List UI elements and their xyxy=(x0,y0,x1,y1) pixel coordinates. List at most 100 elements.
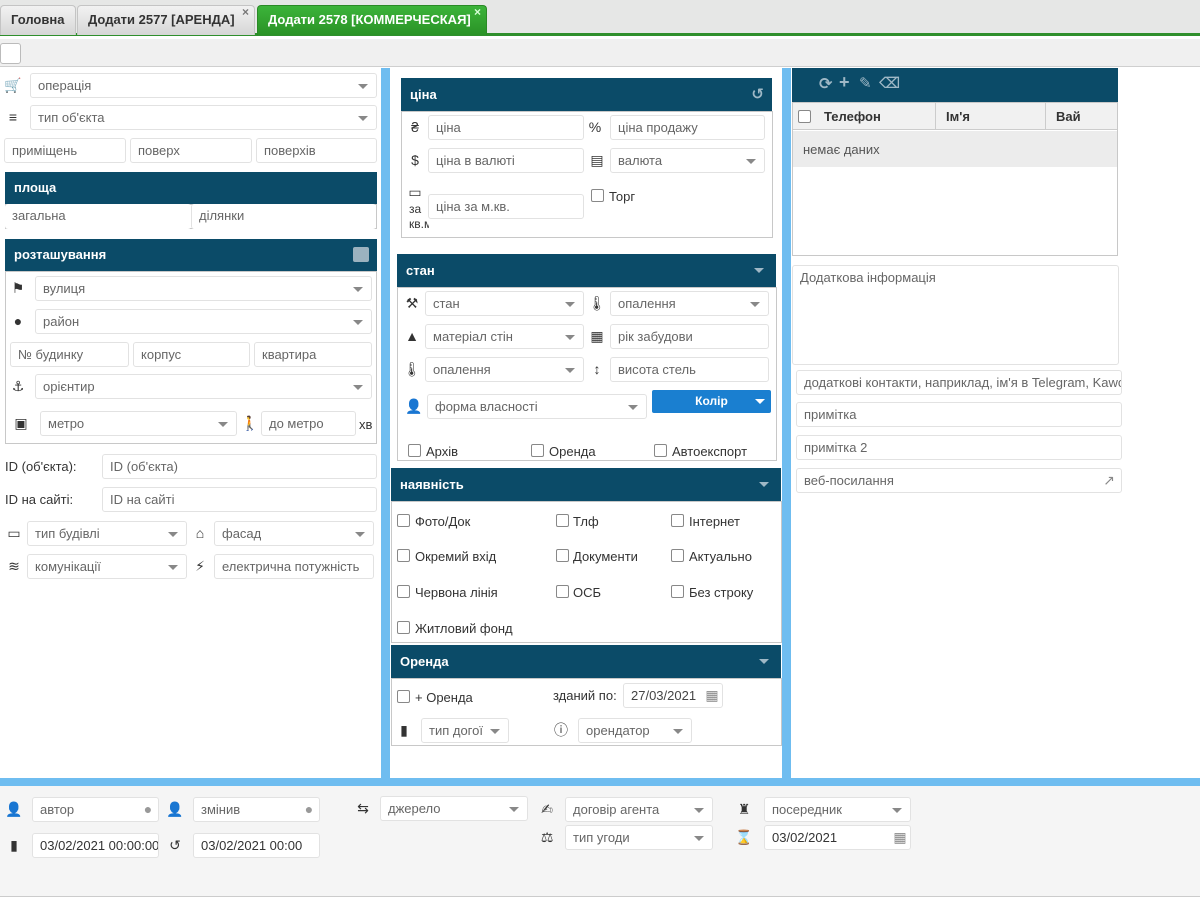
column-name[interactable]: Ім'я xyxy=(946,109,970,124)
currency-select[interactable]: валюта xyxy=(610,148,765,173)
calendar-icon[interactable]: ▦ xyxy=(703,686,721,704)
chevron-down-icon[interactable] xyxy=(759,659,769,664)
street-select[interactable]: вулиця xyxy=(35,276,372,301)
floors-input[interactable]: поверхів xyxy=(256,138,377,163)
sale-price-input[interactable]: ціна продажу xyxy=(610,115,765,140)
phone-checkbox[interactable] xyxy=(556,514,569,527)
close-icon[interactable]: × xyxy=(474,0,481,26)
select-all-checkbox[interactable] xyxy=(798,110,811,123)
additional-info-textarea[interactable]: Додаткова інформація xyxy=(792,265,1119,365)
toolbar-button[interactable] xyxy=(0,43,21,64)
state-select[interactable]: стан xyxy=(425,291,584,316)
money-bill-icon: ▭ xyxy=(408,184,422,200)
intermediary-select[interactable]: посередник xyxy=(764,797,911,822)
apartment-input[interactable]: квартира xyxy=(254,342,372,367)
rent-label: Оренда xyxy=(549,444,596,459)
floor-input[interactable]: поверх xyxy=(130,138,252,163)
ceiling-height-input[interactable]: висота стель xyxy=(610,357,769,382)
deal-type-select[interactable]: тип угоди xyxy=(565,825,713,850)
heating-select-2[interactable]: опалення xyxy=(425,357,584,382)
edit-icon[interactable]: ✎ xyxy=(859,74,872,92)
object-type-select[interactable]: тип об'єкта xyxy=(30,105,377,130)
expiry-date-input[interactable]: 03/02/2021 xyxy=(764,825,911,850)
archive-checkbox[interactable] xyxy=(408,444,421,457)
id-object-input[interactable]: ID (об'єкта) xyxy=(102,454,377,479)
map-icon[interactable] xyxy=(353,247,369,262)
eraser-icon[interactable]: ⌫ xyxy=(879,74,900,92)
red-line-checkbox[interactable] xyxy=(397,585,410,598)
rooms-input[interactable]: приміщень xyxy=(4,138,126,163)
tenant-select[interactable]: орендатор xyxy=(578,718,692,743)
refresh-icon[interactable]: ⟳ xyxy=(819,74,832,94)
tab-add-2577[interactable]: Додати 2577 [АРЕНДА] × xyxy=(77,5,255,35)
metro-select[interactable]: метро xyxy=(40,411,237,436)
calendar-icon[interactable]: ▦ xyxy=(891,828,909,846)
heating-select[interactable]: опалення xyxy=(610,291,769,316)
wall-material-select[interactable]: матеріал стін xyxy=(425,324,584,349)
actual-checkbox[interactable] xyxy=(671,549,684,562)
district-select[interactable]: район xyxy=(35,309,372,334)
note2-input[interactable]: примітка 2 xyxy=(796,435,1122,460)
operation-select[interactable]: операція xyxy=(30,73,377,98)
landmark-select[interactable]: орієнтир xyxy=(35,374,372,399)
thermometer-icon: 🌡 xyxy=(588,295,606,311)
documents-checkbox[interactable] xyxy=(556,549,569,562)
to-metro-input[interactable]: до метро xyxy=(261,411,356,436)
area-plot-input[interactable]: ділянки xyxy=(191,204,376,229)
minutes-label: хв xyxy=(359,417,373,432)
source-select[interactable]: джерело xyxy=(380,796,528,821)
id-site-input[interactable]: ID на сайті xyxy=(102,487,377,512)
building-type-select[interactable]: тип будівлі xyxy=(27,521,187,546)
external-link-icon[interactable]: ↗ xyxy=(1100,471,1118,489)
price-currency-input[interactable]: ціна в валюті xyxy=(428,148,584,173)
power-input[interactable]: електрична потужність xyxy=(214,554,374,579)
chevron-down-icon[interactable] xyxy=(759,482,769,487)
price-input[interactable]: ціна xyxy=(428,115,584,140)
osb-checkbox[interactable] xyxy=(556,585,569,598)
house-number-input[interactable]: № будинку xyxy=(10,342,129,367)
user-key-icon: 👤 xyxy=(405,398,423,414)
rent-checkbox[interactable] xyxy=(531,444,544,457)
changed-date-input[interactable]: 03/02/2021 00:00 xyxy=(193,833,320,858)
web-link-input[interactable]: веб-посилання xyxy=(796,468,1122,493)
area-total-input[interactable]: загальна xyxy=(5,204,191,229)
contract-type-select[interactable]: тип догої xyxy=(421,718,509,743)
housing-fund-checkbox[interactable] xyxy=(397,621,410,634)
close-icon[interactable]: × xyxy=(242,0,249,26)
column-viber[interactable]: Вай xyxy=(1056,109,1081,124)
color-button[interactable]: Колір xyxy=(652,390,771,413)
plus-icon[interactable]: + xyxy=(839,72,850,93)
checkbox-label: Червона лінія xyxy=(415,585,498,600)
bargain-checkbox[interactable] xyxy=(591,189,604,202)
year-built-input[interactable]: рік забудови xyxy=(610,324,769,349)
tab-home[interactable]: Головна xyxy=(0,5,76,35)
communications-select[interactable]: комунікації xyxy=(27,554,187,579)
id-object-label: ID (об'єкта): xyxy=(5,459,77,474)
ownership-select[interactable]: форма власності xyxy=(427,394,647,419)
facade-select[interactable]: фасад xyxy=(214,521,374,546)
price-per-sqm-input[interactable]: ціна за м.кв. xyxy=(428,194,584,219)
agent-contract-select[interactable]: договір агента xyxy=(565,797,713,822)
landmark-icon: ⚓ xyxy=(11,378,25,394)
plus-rent-checkbox[interactable] xyxy=(397,690,410,703)
created-date-input[interactable]: 03/02/2021 00:00:00 xyxy=(32,833,159,858)
separate-entrance-checkbox[interactable] xyxy=(397,549,410,562)
history-icon[interactable]: ↺ xyxy=(751,78,764,111)
photo-doc-checkbox[interactable] xyxy=(397,514,410,527)
money-card-icon: ▤ xyxy=(590,152,604,168)
chevron-down-icon[interactable] xyxy=(754,268,764,273)
building-input[interactable]: корпус xyxy=(133,342,250,367)
map-marker-icon: ● xyxy=(13,313,23,329)
no-term-checkbox[interactable] xyxy=(671,585,684,598)
internet-checkbox[interactable] xyxy=(671,514,684,527)
checkbox-label: Інтернет xyxy=(689,514,740,529)
checkbox-label: Фото/Док xyxy=(415,514,471,529)
file-icon: ▮ xyxy=(400,722,408,738)
price-header-title: ціна xyxy=(410,87,437,102)
extra-contacts-input[interactable]: додаткові контакти, наприклад, ім'я в Te… xyxy=(796,370,1122,395)
column-phone[interactable]: Телефон xyxy=(824,109,881,124)
autoexport-checkbox[interactable] xyxy=(654,444,667,457)
database-icon: ≡ xyxy=(8,109,18,125)
note-input[interactable]: примітка xyxy=(796,402,1122,427)
tab-add-2578[interactable]: Додати 2578 [КОММЕРЧЕСКАЯ] × xyxy=(257,5,487,35)
